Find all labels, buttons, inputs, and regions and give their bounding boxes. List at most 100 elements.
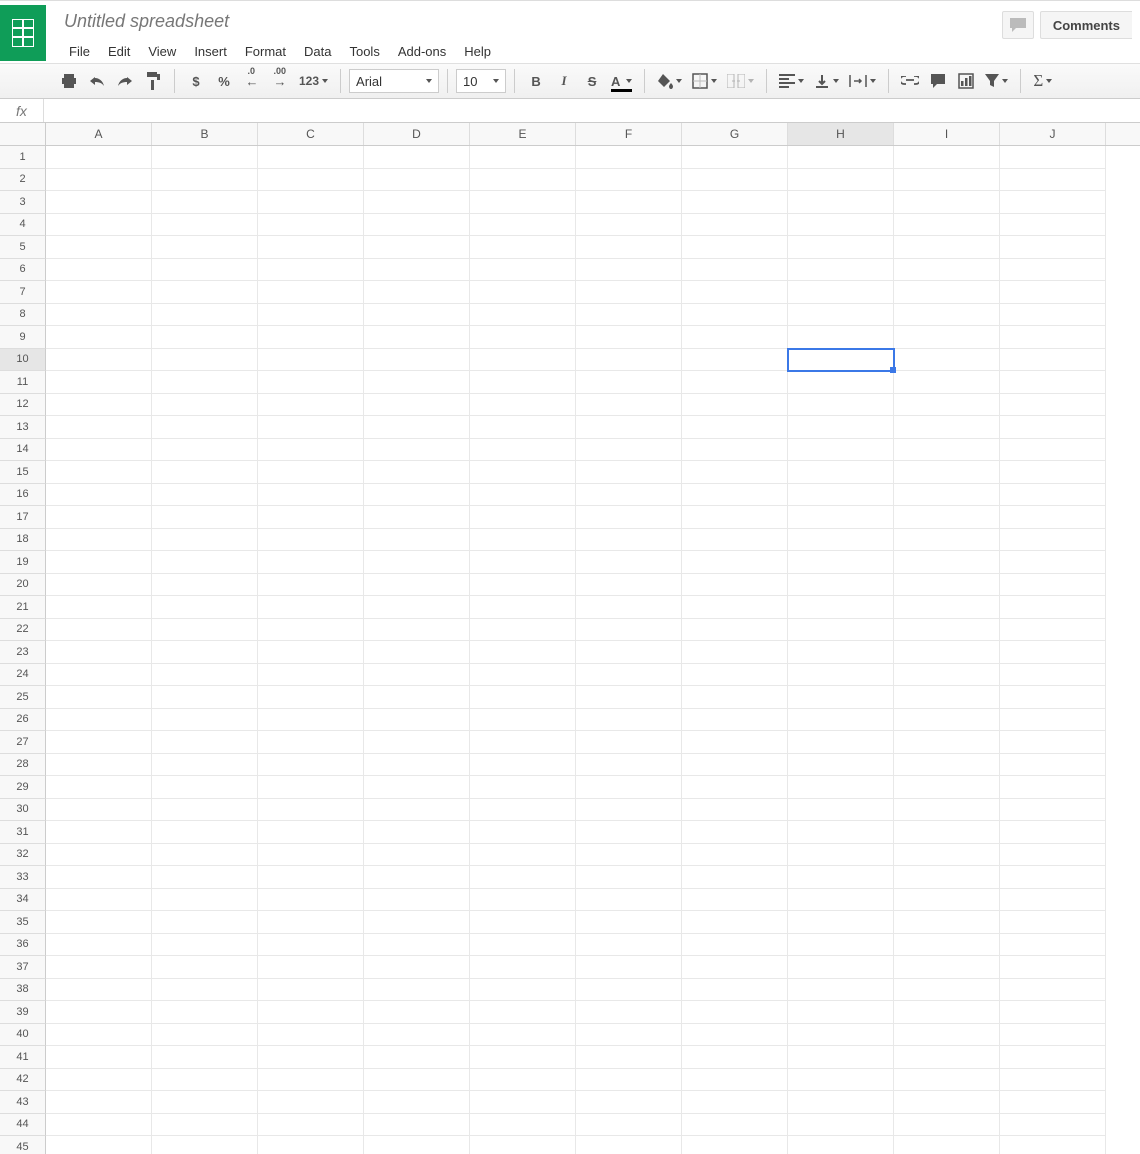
cell-I1[interactable]	[894, 146, 1000, 169]
cell-C31[interactable]	[258, 821, 364, 844]
row-header-38[interactable]: 38	[0, 979, 46, 1002]
italic-button[interactable]: I	[551, 68, 577, 94]
cell-J19[interactable]	[1000, 551, 1106, 574]
decrease-decimal-button[interactable]: .0←	[239, 68, 265, 94]
cell-A2[interactable]	[46, 169, 152, 192]
cell-E1[interactable]	[470, 146, 576, 169]
app-logo[interactable]	[0, 5, 46, 61]
cell-J24[interactable]	[1000, 664, 1106, 687]
cell-F16[interactable]	[576, 484, 682, 507]
cell-C24[interactable]	[258, 664, 364, 687]
cell-H1[interactable]	[788, 146, 894, 169]
row-header-10[interactable]: 10	[0, 349, 46, 372]
cell-J29[interactable]	[1000, 776, 1106, 799]
cell-G28[interactable]	[682, 754, 788, 777]
cell-I3[interactable]	[894, 191, 1000, 214]
cell-E27[interactable]	[470, 731, 576, 754]
cell-J21[interactable]	[1000, 596, 1106, 619]
cell-G3[interactable]	[682, 191, 788, 214]
menu-tools[interactable]: Tools	[340, 40, 388, 63]
cell-D35[interactable]	[364, 911, 470, 934]
merge-cells-button[interactable]	[723, 68, 758, 94]
cell-D17[interactable]	[364, 506, 470, 529]
cell-E37[interactable]	[470, 956, 576, 979]
cell-C35[interactable]	[258, 911, 364, 934]
cell-F43[interactable]	[576, 1091, 682, 1114]
cell-D11[interactable]	[364, 371, 470, 394]
cell-A15[interactable]	[46, 461, 152, 484]
cell-H39[interactable]	[788, 1001, 894, 1024]
cell-I25[interactable]	[894, 686, 1000, 709]
cell-J3[interactable]	[1000, 191, 1106, 214]
cell-C2[interactable]	[258, 169, 364, 192]
cell-H10[interactable]	[788, 349, 894, 372]
cell-G4[interactable]	[682, 214, 788, 237]
cell-H44[interactable]	[788, 1114, 894, 1137]
cell-E14[interactable]	[470, 439, 576, 462]
cell-A39[interactable]	[46, 1001, 152, 1024]
cell-G25[interactable]	[682, 686, 788, 709]
cell-E7[interactable]	[470, 281, 576, 304]
cell-A4[interactable]	[46, 214, 152, 237]
cell-E8[interactable]	[470, 304, 576, 327]
cell-A37[interactable]	[46, 956, 152, 979]
cell-B6[interactable]	[152, 259, 258, 282]
cell-E5[interactable]	[470, 236, 576, 259]
text-color-button[interactable]: A	[607, 68, 636, 94]
cell-G7[interactable]	[682, 281, 788, 304]
cell-I37[interactable]	[894, 956, 1000, 979]
cell-B2[interactable]	[152, 169, 258, 192]
cell-I16[interactable]	[894, 484, 1000, 507]
cell-J43[interactable]	[1000, 1091, 1106, 1114]
cell-J26[interactable]	[1000, 709, 1106, 732]
cell-C13[interactable]	[258, 416, 364, 439]
cell-D14[interactable]	[364, 439, 470, 462]
cell-C14[interactable]	[258, 439, 364, 462]
cell-C10[interactable]	[258, 349, 364, 372]
font-size-select[interactable]: 10	[456, 69, 506, 93]
cell-A7[interactable]	[46, 281, 152, 304]
cell-B43[interactable]	[152, 1091, 258, 1114]
cell-F6[interactable]	[576, 259, 682, 282]
cell-C3[interactable]	[258, 191, 364, 214]
cell-C36[interactable]	[258, 934, 364, 957]
cell-A28[interactable]	[46, 754, 152, 777]
cell-A34[interactable]	[46, 889, 152, 912]
cell-B15[interactable]	[152, 461, 258, 484]
cell-E23[interactable]	[470, 641, 576, 664]
cell-I20[interactable]	[894, 574, 1000, 597]
cell-J25[interactable]	[1000, 686, 1106, 709]
row-header-30[interactable]: 30	[0, 799, 46, 822]
row-header-8[interactable]: 8	[0, 304, 46, 327]
cell-H42[interactable]	[788, 1069, 894, 1092]
cell-J10[interactable]	[1000, 349, 1106, 372]
cell-D26[interactable]	[364, 709, 470, 732]
row-header-26[interactable]: 26	[0, 709, 46, 732]
cell-G32[interactable]	[682, 844, 788, 867]
cell-F1[interactable]	[576, 146, 682, 169]
cell-H33[interactable]	[788, 866, 894, 889]
cell-G26[interactable]	[682, 709, 788, 732]
cell-E4[interactable]	[470, 214, 576, 237]
cell-J30[interactable]	[1000, 799, 1106, 822]
cell-E39[interactable]	[470, 1001, 576, 1024]
cell-J12[interactable]	[1000, 394, 1106, 417]
cell-B4[interactable]	[152, 214, 258, 237]
cell-E26[interactable]	[470, 709, 576, 732]
cell-J1[interactable]	[1000, 146, 1106, 169]
cell-J14[interactable]	[1000, 439, 1106, 462]
column-header-C[interactable]: C	[258, 123, 364, 145]
cell-I13[interactable]	[894, 416, 1000, 439]
cell-J34[interactable]	[1000, 889, 1106, 912]
row-header-7[interactable]: 7	[0, 281, 46, 304]
cell-D10[interactable]	[364, 349, 470, 372]
cell-D23[interactable]	[364, 641, 470, 664]
cell-C29[interactable]	[258, 776, 364, 799]
cell-H36[interactable]	[788, 934, 894, 957]
cell-D36[interactable]	[364, 934, 470, 957]
cell-C21[interactable]	[258, 596, 364, 619]
cell-F8[interactable]	[576, 304, 682, 327]
cell-B39[interactable]	[152, 1001, 258, 1024]
cell-D4[interactable]	[364, 214, 470, 237]
cell-I12[interactable]	[894, 394, 1000, 417]
